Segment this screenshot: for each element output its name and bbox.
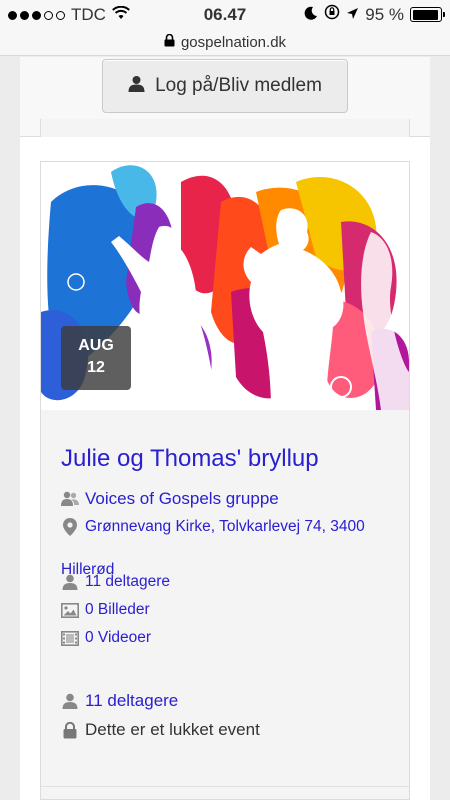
header-area: Log på/Bliv medlem (20, 57, 430, 137)
event-card[interactable]: AUG 12 Julie og Thomas' bryllup Voices o… (40, 161, 410, 800)
film-icon (61, 629, 79, 647)
page-content: Log på/Bliv medlem AUG 12 Julie og Thoma… (20, 57, 430, 800)
picture-icon (61, 601, 79, 619)
orientation-lock-icon (324, 4, 340, 25)
users-icon (61, 490, 79, 508)
closed-event-text: Dette er et lukket event (85, 720, 260, 739)
lock-icon (61, 721, 79, 739)
login-button[interactable]: Log på/Bliv medlem (102, 59, 348, 113)
event-photos[interactable]: 0 Billeder (61, 601, 150, 619)
event-participants[interactable]: 11 deltagere (61, 573, 170, 591)
map-marker-icon (61, 518, 79, 536)
moon-icon (304, 5, 318, 25)
event-group-link[interactable]: Voices of Gospels gruppe (85, 489, 279, 509)
event-month: AUG (78, 337, 114, 354)
closed-event-notice: Dette er et lukket event (61, 720, 260, 740)
event-group[interactable]: Voices of Gospels gruppe (61, 489, 279, 509)
footer-participants[interactable]: 11 deltagere (61, 691, 178, 711)
login-label: Log på/Bliv medlem (155, 75, 322, 96)
battery-icon (410, 7, 445, 22)
event-title[interactable]: Julie og Thomas' bryllup (61, 445, 319, 473)
url-domain: gospelnation.dk (180, 34, 287, 51)
status-right: 95 % (304, 4, 445, 25)
previous-card-edge (40, 119, 410, 137)
location-arrow-icon (346, 5, 359, 25)
event-date-badge: AUG 12 (61, 326, 131, 390)
status-bar: TDC 06.47 95 % (0, 0, 450, 30)
footer-participants-link[interactable]: 11 deltagere (85, 691, 178, 711)
battery-percent: 95 % (365, 4, 404, 24)
url-bar[interactable]: gospelnation.dk (0, 30, 450, 56)
user-icon (61, 692, 79, 710)
card-divider (41, 786, 409, 787)
user-icon (61, 573, 79, 591)
event-address[interactable]: Grønnevang Kirke, Tolvkarlevej 74, 3400 (61, 518, 365, 536)
event-photos-link[interactable]: 0 Billeder (85, 601, 150, 619)
user-icon (128, 75, 145, 98)
event-address-line1[interactable]: Grønnevang Kirke, Tolvkarlevej 74, 3400 (85, 518, 365, 536)
event-participants-link[interactable]: 11 deltagere (85, 573, 170, 591)
event-day: 12 (87, 359, 105, 376)
event-image[interactable]: AUG 12 (41, 162, 409, 410)
event-videos[interactable]: 0 Videoer (61, 629, 151, 647)
event-videos-link[interactable]: 0 Videoer (85, 629, 151, 647)
lock-icon (164, 33, 175, 51)
